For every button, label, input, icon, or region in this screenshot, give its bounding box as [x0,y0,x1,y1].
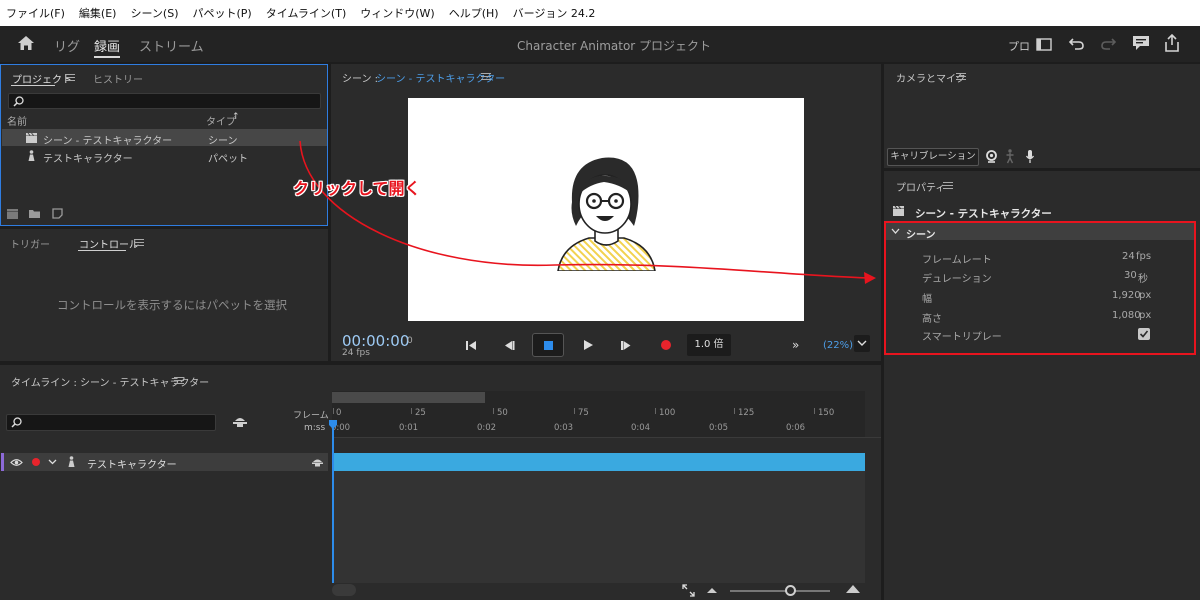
annotation-label: クリックして開く [293,179,421,198]
annotation-arrow [299,140,876,284]
